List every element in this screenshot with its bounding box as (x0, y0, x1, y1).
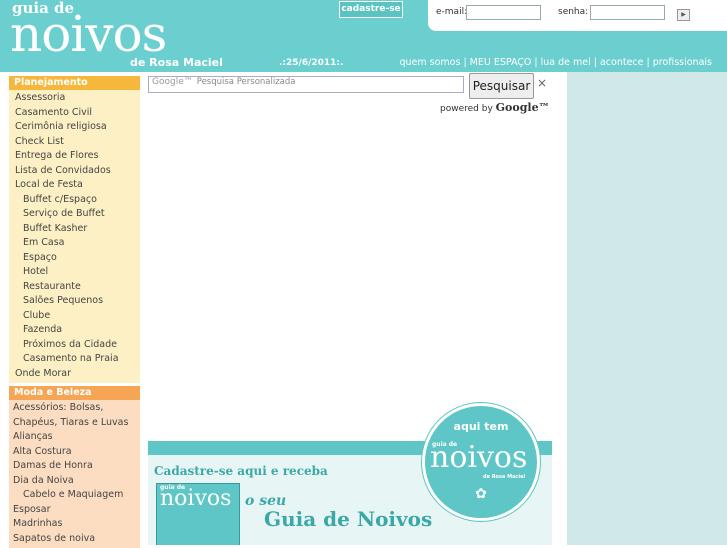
sidebar-item[interactable]: Serviço de Buffet (9, 207, 140, 222)
sidebar-item[interactable]: Buffet Kasher (9, 222, 140, 237)
sidebar-item[interactable]: Entrega de Flores (9, 149, 140, 164)
sidebar: Planejamento Assessoria Casamento Civil Ce… (9, 76, 140, 548)
sidebar-item[interactable]: Próximos da Cidade (9, 338, 140, 353)
sidebar-item[interactable]: Acessórios: Bolsas, (9, 401, 140, 416)
sidebar-item[interactable]: Fazenda (9, 323, 140, 338)
nav-separator: | (463, 57, 467, 68)
nav-meu-espaco[interactable]: MEU ESPAÇO (470, 57, 532, 68)
nav-separator: | (646, 57, 650, 68)
flower-icon: ✿ (475, 486, 487, 502)
sidebar-item[interactable]: Check List (9, 135, 140, 150)
seal-noivos: noivos (430, 440, 528, 475)
sidebar-item[interactable]: Assessoria (9, 91, 140, 106)
sidebar-item[interactable]: Esposar (9, 503, 140, 518)
play-arrow-icon: ▶ (681, 11, 686, 18)
logo-byline: de Rosa Maciel (130, 56, 223, 69)
moda-menu: Acessórios: Bolsas, Chapéus, Tiaras e Luv… (9, 400, 140, 548)
sidebar-item[interactable]: Local de Festa (9, 178, 140, 193)
planejamento-heading: Planejamento (9, 76, 140, 90)
magazine-title-text: noivos (160, 486, 232, 511)
sidebar-item[interactable]: Buffet c/Espaço (9, 193, 140, 208)
search-input[interactable]: Google™ Pesquisa Personalizada (148, 76, 464, 93)
planejamento-section: Planejamento Assessoria Casamento Civil Ce… (9, 76, 140, 383)
site-header: guia de noivos de Rosa Maciel cadastre-s… (0, 0, 727, 72)
aqui-tem-seal[interactable]: aqui tem guia de noivos de Rosa Maciel ✿ (422, 403, 540, 521)
site-logo[interactable]: noivos (10, 6, 167, 62)
current-date: .:25/6/2011:. (279, 58, 344, 68)
nav-separator: | (534, 57, 538, 68)
seal-rosa: de Rosa Maciel (483, 474, 526, 480)
right-column (567, 72, 727, 545)
nav-quem-somos[interactable]: quem somos (399, 57, 460, 68)
sidebar-item[interactable]: Chapéus, Tiaras e Luvas (9, 416, 140, 431)
powered-by-text: powered by (440, 104, 493, 114)
sidebar-item[interactable]: Alianças (9, 430, 140, 445)
sidebar-item[interactable]: Restaurante (9, 280, 140, 295)
nav-lua-de-mel[interactable]: lua de mel (541, 57, 591, 68)
sidebar-item[interactable]: Salões Pequenos (9, 294, 140, 309)
moda-heading: Moda e Beleza (9, 386, 140, 400)
moda-section: Moda e Beleza Acessórios: Bolsas, Chapéus… (9, 386, 140, 548)
login-form: e-mail: senha: ▶ (428, 0, 727, 31)
senha-field[interactable] (590, 5, 665, 20)
google-brand: Google™ (495, 101, 550, 114)
sidebar-item[interactable]: Cabelo e Maquiagem (9, 488, 140, 503)
banner-cta-text: Cadastre-se aqui e receba (154, 464, 328, 478)
sidebar-item[interactable]: Casamento na Praia (9, 352, 140, 367)
magazine-cover-image: guia de noivos (156, 483, 240, 545)
email-label: e-mail: (436, 7, 468, 17)
nav-profissionais[interactable]: profissionais (653, 57, 712, 68)
planejamento-menu: Assessoria Casamento Civil Cerimônia relig… (9, 90, 140, 383)
sidebar-item[interactable]: Espaço (9, 251, 140, 266)
sidebar-item[interactable]: Em Casa (9, 236, 140, 251)
search-button[interactable]: Pesquisar (469, 73, 534, 99)
sidebar-item[interactable]: Hotel (9, 265, 140, 280)
sidebar-item[interactable]: Cerimônia religiosa (9, 120, 140, 135)
google-logo: Google™ (152, 77, 193, 87)
nav-acontece[interactable]: acontece (600, 57, 644, 68)
banner-title: Guia de Noivos (264, 507, 433, 531)
sidebar-item[interactable]: Alta Costura (9, 445, 140, 460)
sidebar-item[interactable]: Damas de Honra (9, 459, 140, 474)
sidebar-item[interactable]: Dia da Noiva (9, 474, 140, 489)
sidebar-item[interactable]: Casamento Civil (9, 106, 140, 121)
top-navigation: quem somos | MEU ESPAÇO | lua de mel | acontec… (399, 57, 712, 68)
email-field[interactable] (466, 5, 541, 20)
nav-separator: | (593, 57, 597, 68)
search-placeholder: Pesquisa Personalizada (196, 77, 296, 87)
sidebar-item[interactable]: Lista de Convidados (9, 164, 140, 179)
powered-by-google: powered by Google™ (440, 101, 550, 114)
login-submit-button[interactable]: ▶ (677, 9, 690, 21)
close-icon[interactable]: × (537, 76, 547, 90)
sidebar-item[interactable]: Sapatos de noiva (9, 532, 140, 547)
seal-aqui-tem: aqui tem (453, 420, 509, 433)
sidebar-item[interactable]: Madrinhas (9, 517, 140, 532)
sidebar-item[interactable]: Clube (9, 309, 140, 324)
senha-label: senha: (558, 7, 589, 17)
cadastre-button[interactable]: cadastre-se (339, 1, 403, 18)
sidebar-item[interactable]: Onde Morar (9, 367, 140, 382)
